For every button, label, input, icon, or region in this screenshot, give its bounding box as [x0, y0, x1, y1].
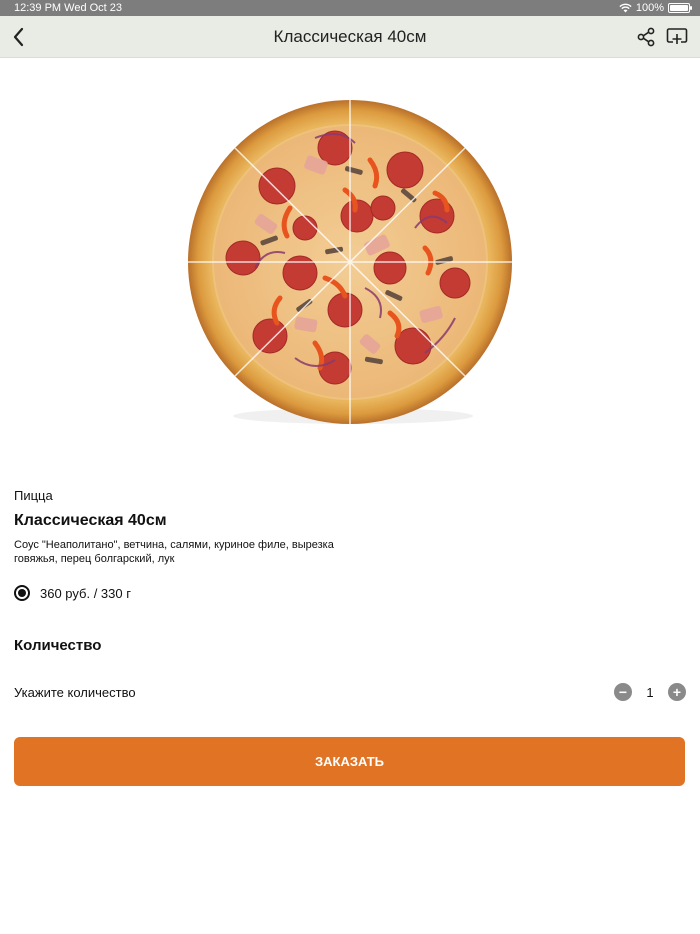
quantity-value: 1 — [646, 684, 654, 700]
product-category: Пицца — [14, 488, 53, 503]
quantity-heading: Количество — [14, 637, 102, 654]
quantity-stepper: − 1 + — [614, 683, 686, 701]
status-bar: 12:39 PM Wed Oct 23 100% — [0, 0, 700, 16]
radio-selected-icon[interactable] — [14, 585, 30, 601]
quantity-label: Укажите количество — [14, 685, 136, 700]
variant-label: 360 руб. / 330 г — [40, 585, 131, 601]
wifi-icon — [619, 3, 632, 13]
nav-bar: Классическая 40см — [0, 16, 700, 58]
order-button[interactable]: ЗАКАЗАТЬ — [14, 737, 685, 786]
battery-icon — [668, 3, 692, 13]
cast-icon — [666, 28, 688, 44]
status-time: 12:39 PM Wed Oct 23 — [14, 2, 123, 14]
cast-button[interactable] — [664, 24, 690, 50]
battery-percent: 100% — [635, 2, 664, 14]
increase-button[interactable]: + — [668, 683, 686, 701]
page-title: Классическая 40см — [273, 27, 427, 46]
quantity-row: Укажите количество − 1 + — [14, 683, 686, 703]
pizza-image — [188, 100, 512, 424]
share-button[interactable] — [633, 24, 659, 50]
product-description: Соус "Неаполитано", ветчина, салями, кур… — [14, 539, 334, 565]
status-right: 100% — [619, 2, 692, 14]
variant-option[interactable]: 360 руб. / 330 г — [14, 585, 131, 601]
product-image — [185, 98, 515, 428]
share-icon — [637, 27, 655, 47]
product-name: Классическая 40см — [14, 512, 167, 529]
decrease-button[interactable]: − — [614, 683, 632, 701]
